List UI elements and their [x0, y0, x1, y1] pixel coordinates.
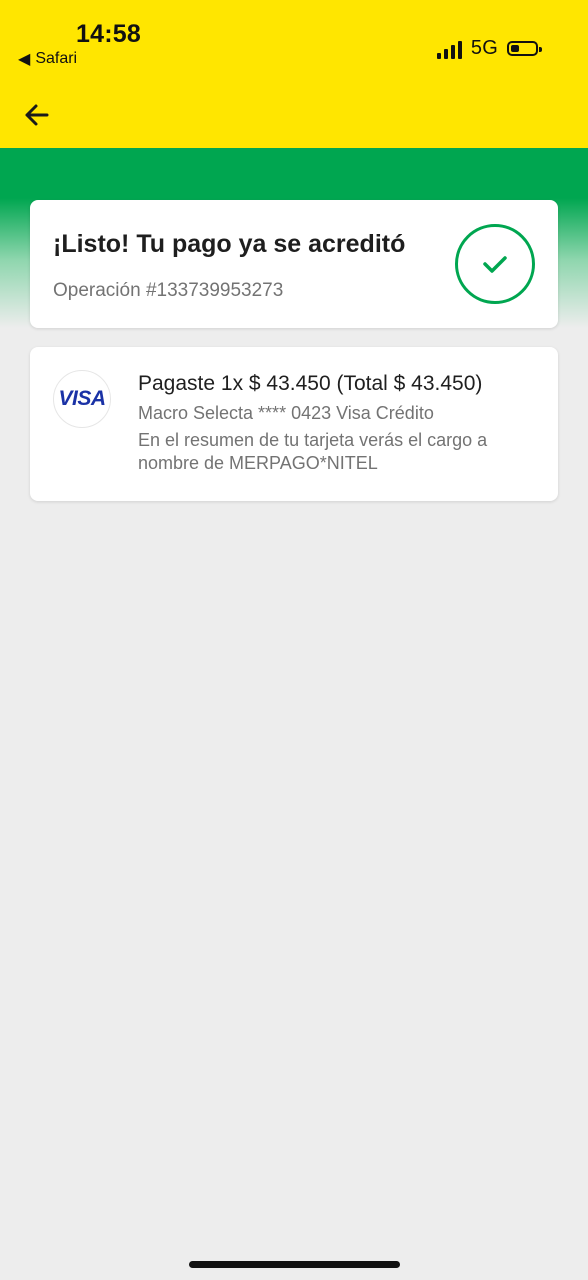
status-time: 14:58	[76, 20, 141, 48]
check-icon	[483, 256, 507, 273]
visa-logo: VISA	[53, 370, 111, 428]
payment-summary: Pagaste 1x $ 43.450 (Total $ 43.450)	[138, 372, 483, 395]
network-label: 5G	[470, 37, 498, 59]
card-brand: VISA	[58, 387, 106, 410]
card-description: Macro Selecta **** 0423 Visa Crédito	[138, 403, 434, 423]
back-triangle-icon: ◀	[18, 51, 31, 68]
battery-icon	[507, 41, 542, 56]
top-header: 14:58 ◀ Safari 5G	[0, 0, 588, 148]
payment-details-card: VISA Pagaste 1x $ 43.450 (Total $ 43.450…	[30, 347, 558, 501]
back-button[interactable]	[18, 98, 54, 132]
home-indicator[interactable]	[189, 1261, 400, 1268]
arrow-left-icon	[25, 104, 49, 126]
return-to-safari[interactable]: ◀ Safari	[18, 49, 77, 69]
operation-number: Operación #133739953273	[53, 280, 284, 301]
return-app-label: Safari	[35, 50, 78, 67]
payment-info: Pagaste 1x $ 43.450 (Total $ 43.450) Mac…	[138, 371, 538, 475]
cellular-signal-icon	[436, 39, 462, 59]
payment-success-card: ¡Listo! Tu pago ya se acreditó Operación…	[30, 200, 558, 328]
payment-confirmation-screen: 14:58 ◀ Safari 5G ¡Listo! Tu pago ya se …	[0, 0, 588, 1280]
battery-level	[511, 45, 519, 52]
statement-note: En el resumen de tu tarjeta verás el car…	[138, 430, 488, 473]
success-title: ¡Listo! Tu pago ya se acreditó	[53, 230, 406, 258]
success-check-badge	[455, 224, 535, 304]
status-indicators: 5G	[436, 37, 542, 60]
